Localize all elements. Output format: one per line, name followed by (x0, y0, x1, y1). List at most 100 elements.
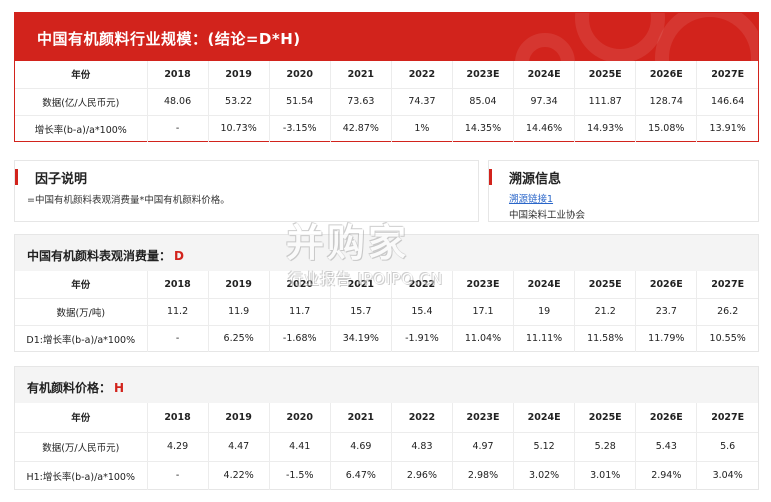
table-cell: 4.47 (208, 432, 270, 462)
row-label: 增长率(b-a)/a*100% (15, 115, 148, 142)
year-cell: 2019 (208, 61, 270, 89)
year-cell: 2019 (208, 403, 270, 433)
year-cell: 2019 (208, 271, 270, 299)
table-cell: 4.69 (330, 432, 392, 462)
table-cell: 74.37 (391, 88, 453, 116)
table-cell: 11.58% (574, 325, 637, 352)
table-cell: 3.02% (513, 461, 576, 490)
table-cell: 128.74 (635, 88, 698, 116)
table-cell: -1.5% (269, 461, 331, 490)
price-card: 有机颜料价格： H 年份 2018 2019 2020 2021 2022 202… (14, 366, 759, 490)
table-cell: 146.64 (696, 88, 758, 116)
table-cell: 21.2 (574, 298, 637, 326)
table-cell: 2.98% (452, 461, 515, 490)
table-cell: -1.91% (391, 325, 453, 352)
consumption-header: 中国有机颜料表观消费量： D (15, 235, 758, 271)
year-cell: 2024E (513, 61, 576, 89)
table-cell: 2.94% (635, 461, 698, 490)
factor-card: 因子说明 =中国有机颜料表观消费量*中国有机颜料价格。 (14, 160, 479, 222)
table-cell: 10.55% (709, 333, 746, 345)
table-cell: 19 (513, 298, 576, 326)
year-cell: 2021 (330, 61, 392, 89)
year-cell: 2024E (513, 271, 576, 299)
table-row: 数据(万/吨) 11.2 11.9 11.7 15.7 15.4 17.1 19… (15, 298, 758, 326)
table-header-row: 年份 2018 2019 2020 2021 2022 2023E 2024E … (15, 271, 758, 299)
industry-scale-header: 中国有机颜料行业规模：(结论=D*H) (15, 13, 758, 61)
table-cell: 2.96% (391, 461, 453, 490)
table-header-row: 年份 2018 2019 2020 2021 2022 2023E 2024E … (15, 61, 758, 89)
table-cell: 5.6 (696, 432, 758, 462)
industry-scale-card: 中国有机颜料行业规模：(结论=D*H) 年份 2018 2019 2020 20… (14, 12, 759, 142)
table-cell: 11.9 (208, 298, 270, 326)
consumption-card: 中国有机颜料表观消费量： D 年份 2018 2019 2020 2021 202… (14, 234, 759, 352)
table-cell: 11.11% (513, 325, 576, 352)
consumption-table: 年份 2018 2019 2020 2021 2022 2023E 2024E … (15, 271, 758, 352)
price-table: 年份 2018 2019 2020 2021 2022 2023E 2024E … (15, 403, 758, 490)
table-row: H1:增长率(b-a)/a*100% - 4.22% -1.5% 6.47% 2… (15, 461, 758, 490)
table-row: 数据(亿/人民币元) 48.06 53.22 51.54 73.63 74.37… (15, 88, 758, 116)
variable-d: D (174, 249, 184, 263)
year-cell: 2024E (513, 403, 576, 433)
table-cell: -3.15% (269, 115, 331, 142)
table-cell: 97.34 (513, 88, 576, 116)
year-cell: 2027E (696, 61, 758, 89)
table-cell: 17.1 (452, 298, 515, 326)
table-cell: 26.2 (696, 298, 758, 326)
row-label: D1:增长率(b-a)/a*100% (15, 325, 148, 352)
year-cell: 2018 (147, 61, 209, 89)
table-cell: 11.79% (635, 325, 698, 352)
year-cell: 2020 (269, 61, 331, 89)
table-row: 增长率(b-a)/a*100% - 10.73% -3.15% 42.87% 1… (15, 115, 758, 142)
table-cell: 6.25% (208, 325, 270, 352)
source-org: 中国染料工业协会 (509, 210, 586, 221)
table-cell: -1.68% (269, 325, 331, 352)
year-cell: 2022 (391, 61, 453, 89)
table-row: 数据(万/人民币元) 4.29 4.47 4.41 4.69 4.83 4.97… (15, 432, 758, 462)
source-link[interactable]: 溯源链接1 (509, 191, 553, 205)
year-header: 年份 (15, 403, 148, 433)
factor-text: =中国有机颜料表观消费量*中国有机颜料价格。 (27, 195, 230, 206)
table-cell: 14.35% (452, 115, 515, 142)
year-cell: 2018 (147, 271, 209, 299)
table-cell: 34.19% (330, 325, 392, 352)
row-label: H1:增长率(b-a)/a*100% (15, 461, 148, 490)
table-cell: 14.93% (574, 115, 637, 142)
table-cell: - (147, 115, 209, 142)
year-header: 年份 (15, 271, 148, 299)
industry-scale-table: 年份 2018 2019 2020 2021 2022 2023E 2024E … (15, 61, 758, 142)
table-row: D1:增长率(b-a)/a*100% - 6.25% -1.68% 34.19%… (15, 325, 758, 352)
page-title: 中国有机颜料行业规模：(结论=D*H) (37, 30, 301, 48)
table-cell: 14.46% (513, 115, 576, 142)
year-cell: 2018 (147, 403, 209, 433)
year-header: 年份 (15, 61, 148, 89)
year-cell: 2023E (452, 271, 515, 299)
variable-h: H (114, 381, 125, 395)
table-cell: 15.4 (391, 298, 453, 326)
table-cell: 111.87 (574, 88, 637, 116)
table-cell: 10.73% (208, 115, 270, 142)
row-label: 数据(亿/人民币元) (15, 88, 148, 116)
year-cell: 2026E (635, 271, 698, 299)
table-cell: 15.08% (635, 115, 698, 142)
year-cell: 2027E (696, 271, 758, 299)
table-cell: 53.22 (208, 88, 270, 116)
table-cell: 11.7 (269, 298, 331, 326)
table-cell: 48.06 (147, 88, 209, 116)
table-cell: 15.7 (330, 298, 392, 326)
year-cell: 2022 (391, 403, 453, 433)
table-cell: 5.43 (635, 432, 698, 462)
table-cell: 4.97 (452, 432, 515, 462)
year-cell: 2021 (330, 271, 392, 299)
year-cell: 2020 (269, 403, 331, 433)
table-cell: 13.91% (709, 123, 746, 135)
table-cell: 4.22% (208, 461, 270, 490)
source-card: 溯源信息 溯源链接1 中国染料工业协会 (488, 160, 759, 222)
row-label: 数据(万/吨) (15, 298, 148, 326)
table-cell: 42.87% (330, 115, 392, 142)
price-title: 有机颜料价格： H (27, 379, 124, 396)
table-cell: 6.47% (330, 461, 392, 490)
year-cell: 2026E (635, 61, 698, 89)
year-cell: 2021 (330, 403, 392, 433)
table-cell: 3.04% (712, 470, 743, 482)
table-cell: 23.7 (635, 298, 698, 326)
